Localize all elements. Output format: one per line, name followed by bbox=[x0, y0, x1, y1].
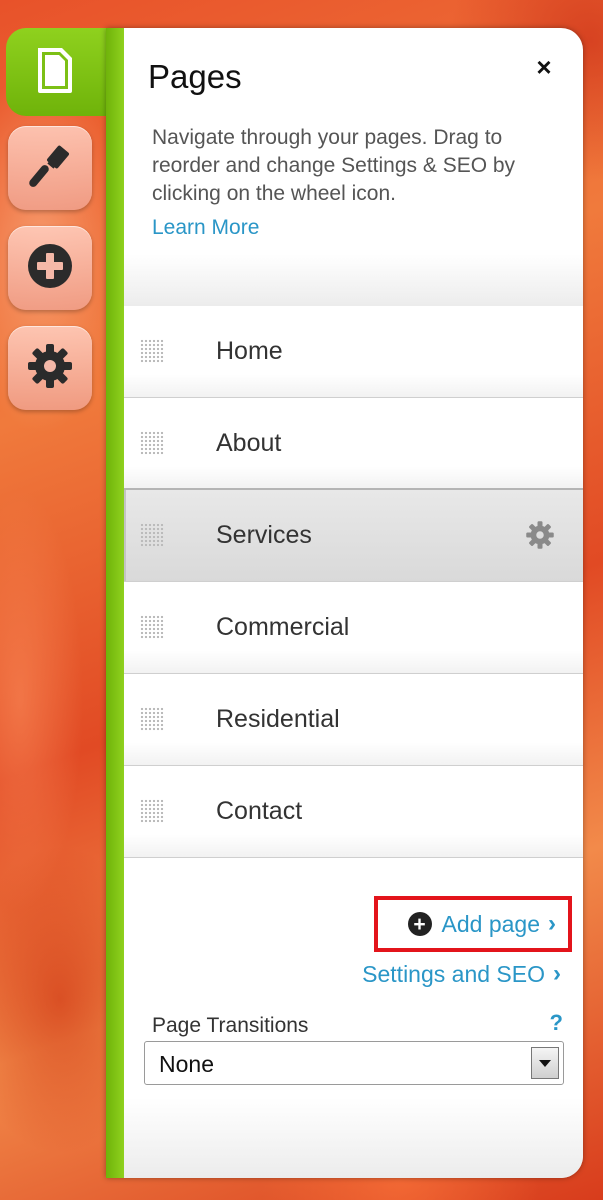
panel-description: Navigate through your pages. Drag to reo… bbox=[152, 126, 516, 205]
page-list: Home About Services Commercial Residenti… bbox=[124, 306, 583, 858]
add-circle-icon: + bbox=[407, 912, 432, 936]
panel-footer bbox=[124, 1098, 583, 1178]
page-name: Home bbox=[216, 337, 283, 365]
page-name: Commercial bbox=[216, 613, 350, 641]
settings-seo-link[interactable]: Settings and SEO › bbox=[362, 960, 561, 988]
page-name: Residential bbox=[216, 705, 340, 733]
chevron-down-icon[interactable] bbox=[531, 1047, 559, 1079]
page-name: Services bbox=[216, 521, 312, 549]
tab-design[interactable] bbox=[8, 126, 92, 210]
brush-icon bbox=[25, 141, 75, 196]
panel-accent-bar bbox=[106, 28, 124, 1178]
chevron-right-icon: › bbox=[553, 960, 561, 987]
add-page-button[interactable]: + Add page › bbox=[374, 896, 572, 952]
page-item-commercial[interactable]: Commercial bbox=[124, 582, 583, 674]
close-button[interactable]: × bbox=[533, 54, 555, 80]
header-divider bbox=[124, 254, 583, 307]
add-page-label: Add page bbox=[441, 910, 540, 937]
page-item-home[interactable]: Home bbox=[124, 306, 583, 398]
drag-handle-icon[interactable] bbox=[140, 707, 164, 731]
page-name: Contact bbox=[216, 797, 303, 825]
page-item-contact[interactable]: Contact bbox=[124, 766, 583, 858]
page-transitions-select[interactable]: None bbox=[144, 1041, 564, 1085]
page-item-services[interactable]: Services bbox=[124, 488, 583, 582]
drag-handle-icon[interactable] bbox=[140, 431, 164, 455]
drag-handle-icon[interactable] bbox=[140, 339, 164, 363]
learn-more-link[interactable]: Learn More bbox=[152, 216, 259, 240]
drag-handle-icon[interactable] bbox=[140, 523, 164, 547]
panel-title: Pages bbox=[148, 58, 242, 95]
tab-add[interactable] bbox=[8, 226, 92, 310]
drag-handle-icon[interactable] bbox=[140, 799, 164, 823]
page-transitions-label: Page Transitions bbox=[152, 1014, 309, 1037]
chevron-right-icon: › bbox=[548, 910, 556, 937]
page-settings-gear-icon[interactable] bbox=[525, 520, 555, 550]
tab-settings[interactable] bbox=[8, 326, 92, 410]
add-circle-icon bbox=[26, 242, 74, 295]
select-value: None bbox=[159, 1051, 214, 1077]
settings-seo-label: Settings and SEO bbox=[362, 960, 545, 987]
help-icon[interactable]: ? bbox=[550, 1010, 563, 1036]
page-item-residential[interactable]: Residential bbox=[124, 674, 583, 766]
page-item-about[interactable]: About bbox=[124, 398, 583, 490]
page-icon bbox=[32, 43, 78, 102]
page-name: About bbox=[216, 429, 282, 457]
drag-handle-icon[interactable] bbox=[140, 615, 164, 639]
pages-panel: Pages × Navigate through your pages. Dra… bbox=[106, 28, 583, 1178]
gear-icon bbox=[26, 342, 74, 395]
